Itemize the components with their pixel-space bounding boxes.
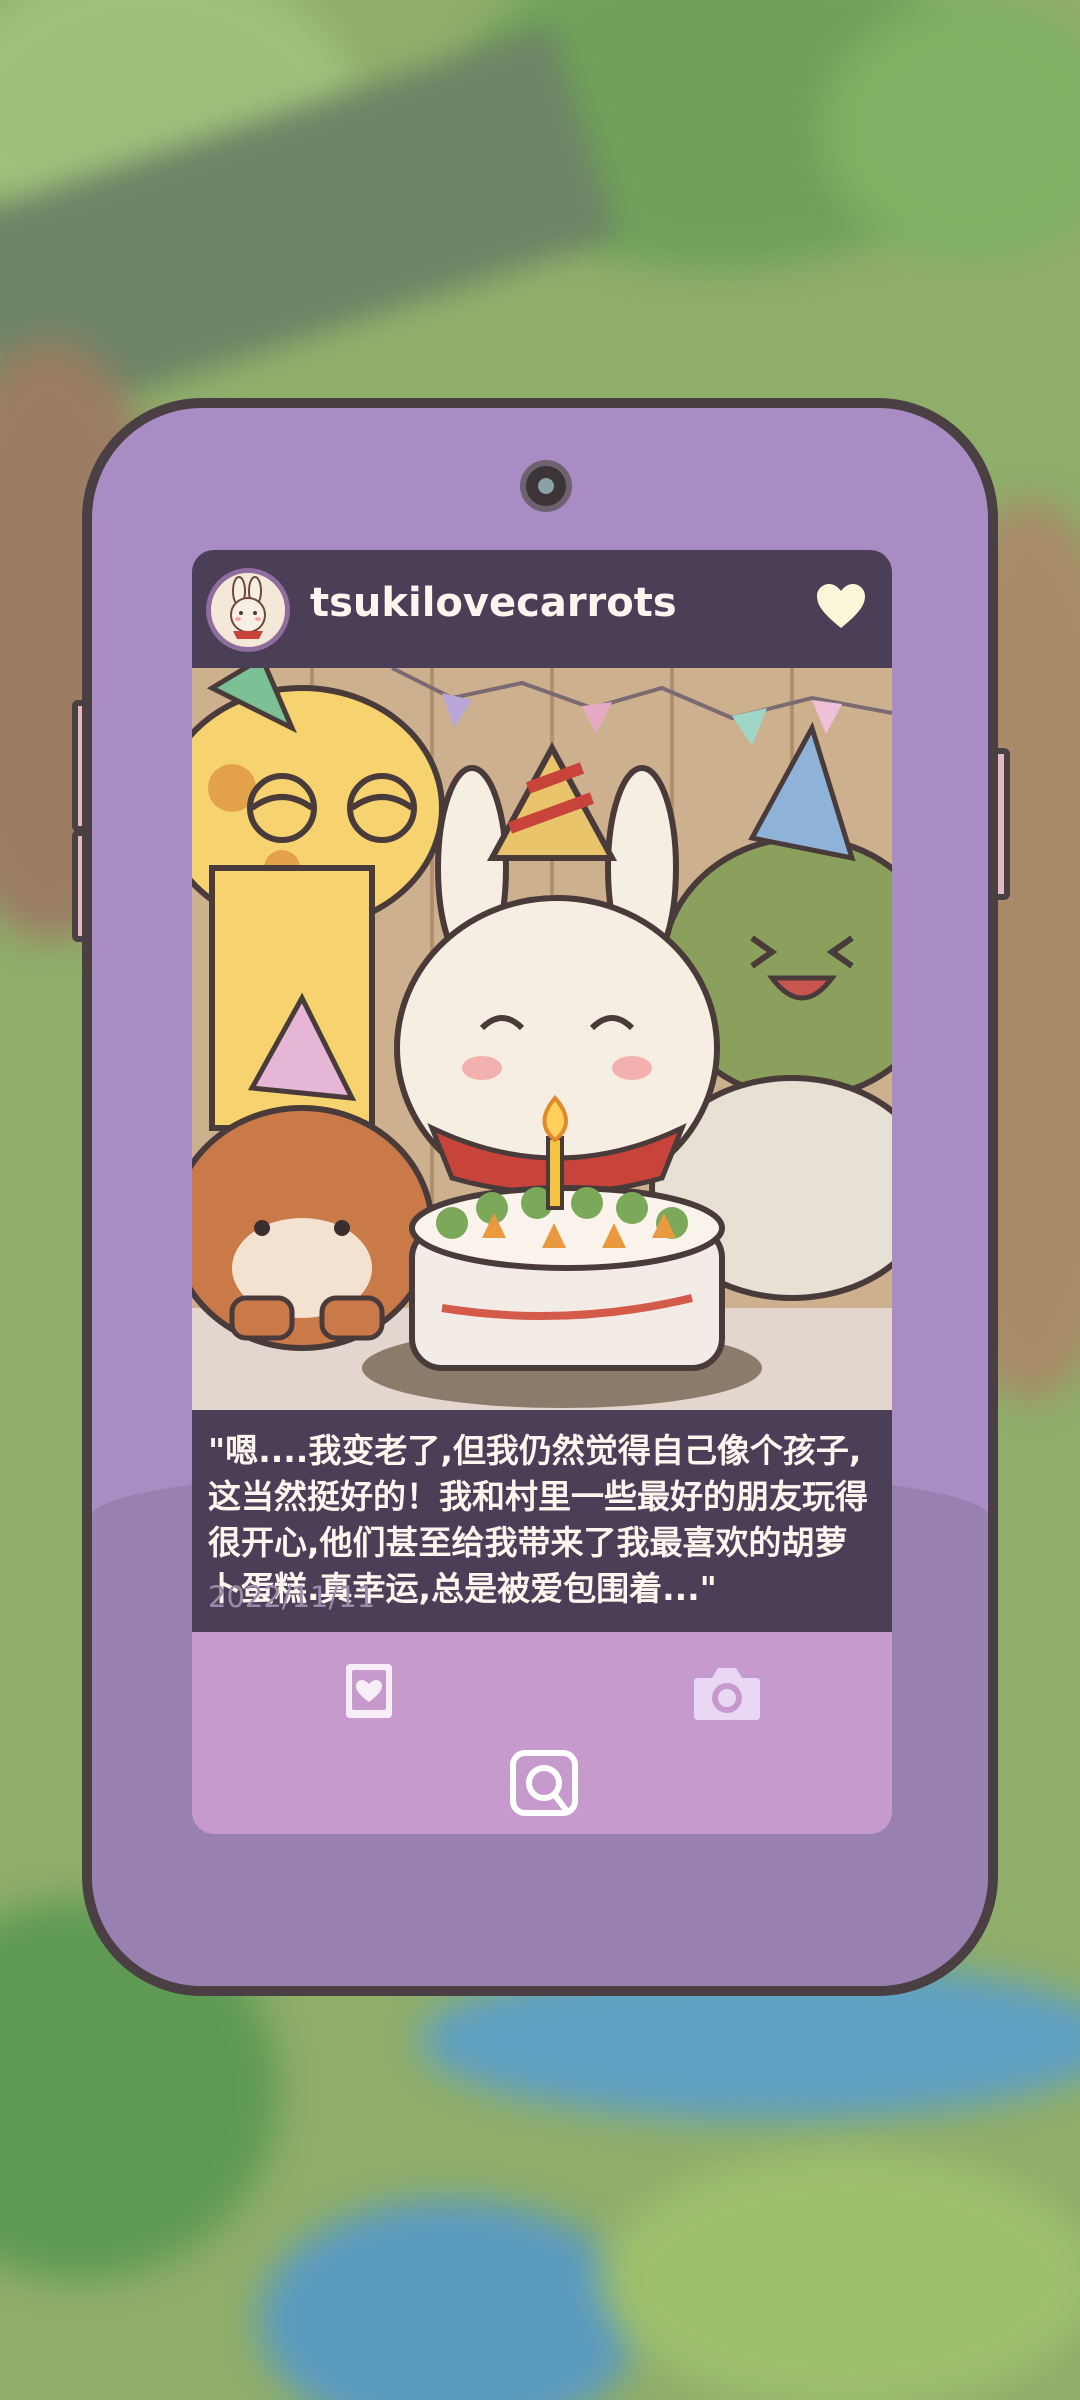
username[interactable]: tsukilovecarrots xyxy=(310,580,677,626)
rabbit-avatar-icon xyxy=(230,576,266,639)
camera-icon[interactable] xyxy=(692,1664,762,1722)
heart-icon[interactable] xyxy=(814,582,868,632)
post-header: tsukilovecarrots xyxy=(192,550,892,668)
birthday-party-photo xyxy=(192,668,892,1410)
caption-box: "嗯....我变老了,但我仍然觉得自己像个孩子,这当然挺好的！我和村里一些最好的… xyxy=(192,1410,892,1632)
post-date: 2022/11/11 xyxy=(208,1580,376,1614)
phone-frame: tsukilovecarrots "嗯....我变老了,但我仍然觉得自己像个孩子… xyxy=(82,398,998,1996)
post-photo[interactable] xyxy=(192,668,892,1410)
home-icon[interactable] xyxy=(510,1750,578,1816)
front-camera-icon xyxy=(520,460,572,512)
avatar[interactable] xyxy=(206,568,290,652)
phone-screen: tsukilovecarrots "嗯....我变老了,但我仍然觉得自己像个孩子… xyxy=(192,550,892,1834)
album-icon[interactable] xyxy=(344,1662,394,1720)
